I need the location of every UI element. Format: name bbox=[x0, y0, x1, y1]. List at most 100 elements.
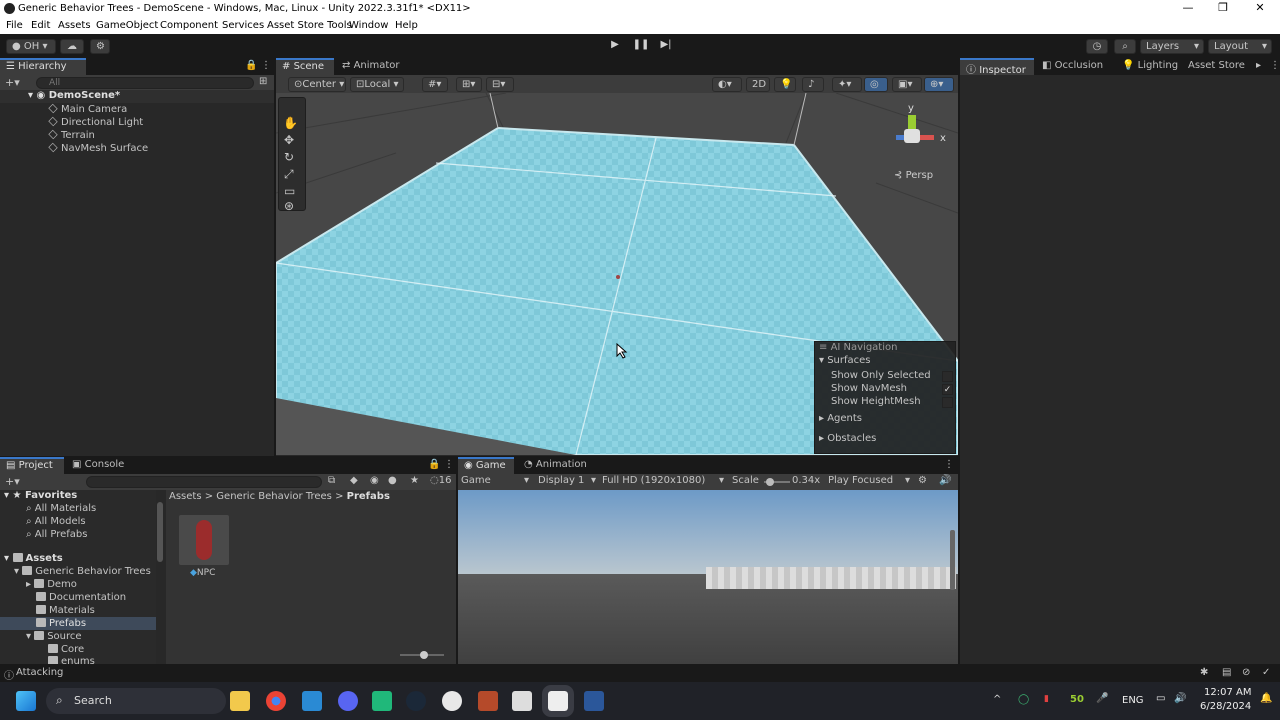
tab-occlusion[interactable]: ◧ Occlusion bbox=[1036, 58, 1114, 75]
hierarchy-search-input[interactable] bbox=[36, 77, 254, 89]
breadcrumb-assets[interactable]: Assets bbox=[169, 491, 202, 502]
menu-help[interactable]: Help bbox=[395, 20, 418, 31]
audio-toggle-icon[interactable]: ♪ bbox=[802, 77, 824, 92]
transform-tool-icon[interactable]: ⊛ bbox=[284, 199, 294, 213]
grid-plane-icon[interactable]: ⊟▾ bbox=[486, 77, 514, 92]
tree-demo[interactable]: ▸ Demo bbox=[26, 579, 77, 590]
tray-app-icon[interactable]: ◯ bbox=[1018, 694, 1029, 705]
project-add-icon[interactable]: +▾ bbox=[5, 475, 20, 488]
chrome-icon[interactable] bbox=[266, 691, 286, 711]
restore-icon[interactable]: ❐ bbox=[1216, 1, 1230, 14]
warning-icon[interactable]: ● bbox=[388, 475, 397, 486]
status-text[interactable]: Attacking bbox=[16, 667, 63, 678]
orientation-gizmo[interactable]: y x bbox=[888, 101, 948, 161]
search-by-type-icon[interactable]: ⧉ bbox=[328, 475, 335, 486]
menu-assets[interactable]: Assets bbox=[58, 20, 91, 31]
tree-source[interactable]: ▾ Source bbox=[26, 631, 82, 642]
status-check-icon[interactable]: ✓ bbox=[1262, 667, 1270, 678]
gizmos-icon[interactable]: ⊕▾ bbox=[924, 77, 954, 92]
minimize-icon[interactable]: — bbox=[1181, 1, 1195, 14]
lighting-toggle-icon[interactable]: 💡 bbox=[774, 77, 796, 92]
breadcrumb-generic-behavior-trees[interactable]: Generic Behavior Trees bbox=[216, 491, 332, 502]
pivot-dropdown[interactable]: ⊙Center ▾ bbox=[288, 77, 346, 92]
audio-mute-icon[interactable]: 🔊 bbox=[939, 475, 951, 486]
surfaces-foldout[interactable]: ▾ Surfaces bbox=[819, 355, 871, 366]
menu-gameobject[interactable]: GameObject bbox=[96, 20, 158, 31]
scale-tool-icon[interactable]: ⤢ bbox=[284, 167, 294, 182]
unity-hub-icon[interactable] bbox=[512, 691, 532, 711]
network-icon[interactable]: ▭ bbox=[1156, 693, 1165, 704]
tab-inspector[interactable]: ⓘ Inspector bbox=[960, 58, 1034, 76]
menu-asset-store-tools[interactable]: Asset Store Tools bbox=[267, 20, 352, 31]
tab-scroll-icon[interactable]: ▸ bbox=[1256, 60, 1261, 71]
cloud-icon[interactable]: ☁ bbox=[60, 39, 84, 54]
favorite-all-prefabs[interactable]: ⌕ All Prefabs bbox=[26, 529, 87, 540]
hierarchy-item-terrain[interactable]: Terrain bbox=[48, 129, 95, 141]
steam-icon[interactable] bbox=[406, 691, 426, 711]
space-dropdown[interactable]: ⊡Local ▾ bbox=[350, 77, 404, 92]
collab-icon[interactable]: ⚙ bbox=[90, 39, 110, 54]
game-app-icon[interactable] bbox=[478, 691, 498, 711]
asset-npc-thumbnail[interactable] bbox=[179, 515, 229, 565]
agents-foldout[interactable]: ▸ Agents bbox=[819, 413, 862, 424]
game-more-icon[interactable]: ⋮ bbox=[944, 459, 954, 470]
tab-game[interactable]: ◉ Game bbox=[458, 457, 514, 474]
tree-scrollbar[interactable] bbox=[157, 502, 163, 562]
play-mode-dropdown[interactable]: Play Focused ▾ bbox=[828, 475, 910, 486]
menu-file[interactable]: File bbox=[6, 20, 23, 31]
persp-label[interactable]: ⊰ Persp bbox=[894, 170, 933, 181]
search-icon[interactable]: ⌕ bbox=[1114, 39, 1136, 54]
account-button[interactable]: ● OH ▾ bbox=[6, 39, 56, 54]
scene-row[interactable]: ▾ ◉ DemoScene* bbox=[0, 90, 274, 103]
effects-icon[interactable]: ✦▾ bbox=[832, 77, 862, 92]
project-more-icon[interactable]: ⋮ bbox=[444, 459, 454, 470]
favorite-all-models[interactable]: ⌕ All Models bbox=[26, 516, 86, 527]
game-viewport[interactable] bbox=[458, 490, 958, 664]
resolution-dropdown[interactable]: Full HD (1920x1080) ▾ bbox=[602, 475, 724, 486]
taskbar-search-box[interactable]: ⌕ Search bbox=[46, 688, 226, 714]
tab-lighting[interactable]: 💡 Lighting bbox=[1116, 58, 1182, 75]
microphone-icon[interactable]: 🎤 bbox=[1096, 693, 1108, 704]
menu-services[interactable]: Services bbox=[222, 20, 264, 31]
grid-snap-icon[interactable]: #▾ bbox=[422, 77, 448, 92]
assets-header[interactable]: ▾ Assets bbox=[4, 553, 63, 564]
windows-start-icon[interactable] bbox=[16, 691, 36, 711]
show-navmesh-checkbox[interactable]: ✓ bbox=[942, 384, 953, 395]
draw-mode-icon[interactable]: ◐▾ bbox=[712, 77, 742, 92]
language-indicator[interactable]: ENG bbox=[1122, 695, 1144, 706]
pause-icon[interactable]: ❚❚ bbox=[630, 39, 652, 54]
hand-tool-icon[interactable]: ✋ bbox=[283, 116, 298, 130]
tab-asset-store[interactable]: Asset Store bbox=[1182, 58, 1256, 75]
tab-hierarchy[interactable]: ☰ Hierarchy bbox=[0, 58, 86, 75]
show-only-selected-checkbox[interactable] bbox=[942, 371, 953, 382]
hierarchy-item-directional-light[interactable]: Directional Light bbox=[48, 116, 143, 128]
tray-chevron-icon[interactable]: ^ bbox=[993, 694, 1001, 705]
tree-materials[interactable]: Materials bbox=[36, 605, 95, 616]
tree-prefabs[interactable]: Prefabs bbox=[36, 618, 86, 629]
menu-component[interactable]: Component bbox=[160, 20, 218, 31]
menu-edit[interactable]: Edit bbox=[31, 20, 50, 31]
project-lock-icon[interactable]: 🔒 bbox=[428, 459, 440, 470]
tree-enums[interactable]: enums bbox=[48, 656, 95, 664]
close-icon[interactable]: ✕ bbox=[1253, 1, 1267, 14]
play-icon[interactable]: ▶ bbox=[604, 39, 626, 54]
inspector-more-icon[interactable]: ⋮ bbox=[1270, 60, 1280, 71]
tab-animation[interactable]: ◔ Animation bbox=[518, 457, 598, 474]
tree-documentation[interactable]: Documentation bbox=[36, 592, 126, 603]
word-icon[interactable] bbox=[584, 691, 604, 711]
status-cache-icon[interactable]: ▤ bbox=[1222, 667, 1231, 678]
discord-icon[interactable] bbox=[338, 691, 358, 711]
add-icon[interactable]: +▾ bbox=[5, 76, 20, 89]
clock-date[interactable]: 6/28/2024 bbox=[1200, 701, 1251, 712]
visibility-icon[interactable]: ◎ bbox=[864, 77, 888, 92]
tab-console[interactable]: ▣ Console bbox=[66, 457, 132, 474]
history-icon[interactable]: ◷ bbox=[1086, 39, 1108, 54]
volume-icon[interactable]: 🔊 bbox=[1174, 693, 1186, 704]
game-mode-dropdown[interactable]: Game ▾ bbox=[461, 475, 529, 486]
favorites-header[interactable]: ▾ ★ Favorites bbox=[4, 490, 77, 501]
project-search-input[interactable] bbox=[86, 476, 322, 488]
app-icon[interactable] bbox=[372, 691, 392, 711]
epic-icon[interactable] bbox=[442, 691, 462, 711]
hierarchy-item-main-camera[interactable]: Main Camera bbox=[48, 103, 127, 115]
more-icon[interactable]: ⋮ bbox=[261, 60, 271, 71]
